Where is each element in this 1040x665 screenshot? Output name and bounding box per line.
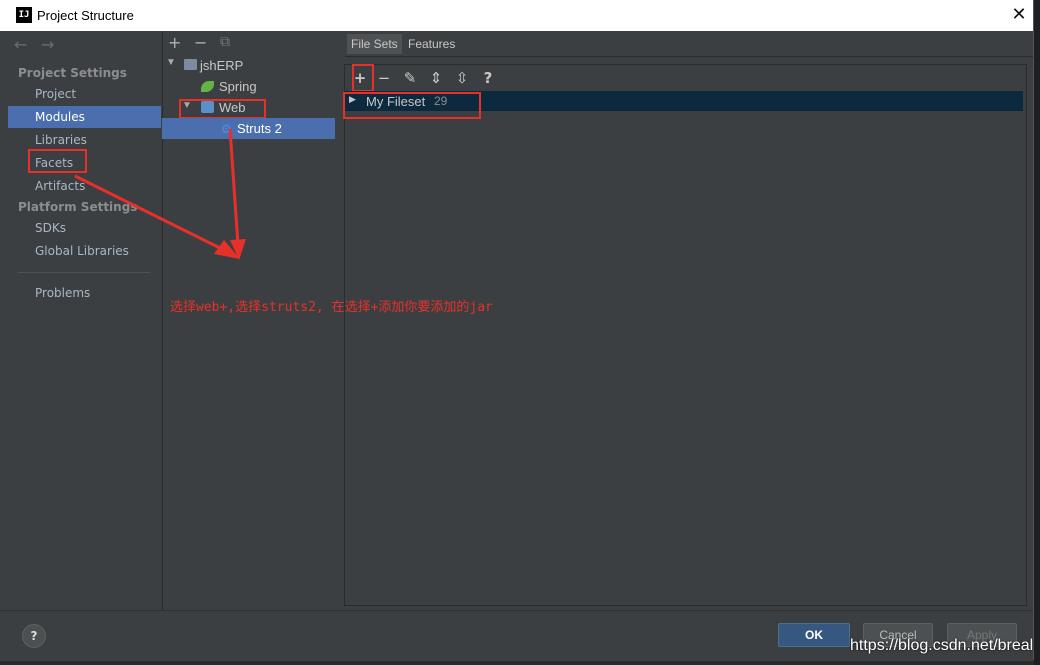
help-button[interactable]: ? (22, 624, 46, 648)
ok-button[interactable]: OK (778, 623, 850, 647)
arrow-line-from-facets (74, 174, 229, 254)
arrow-line-from-struts (228, 128, 240, 246)
watermark-url: https://blog.csdn.net/breal (850, 637, 1034, 654)
annotation-note: 选择web+,选择struts2, 在选择+添加你要添加的jar (170, 300, 493, 315)
background-window-edge (1034, 0, 1040, 665)
annotation-arrows (74, 128, 246, 260)
